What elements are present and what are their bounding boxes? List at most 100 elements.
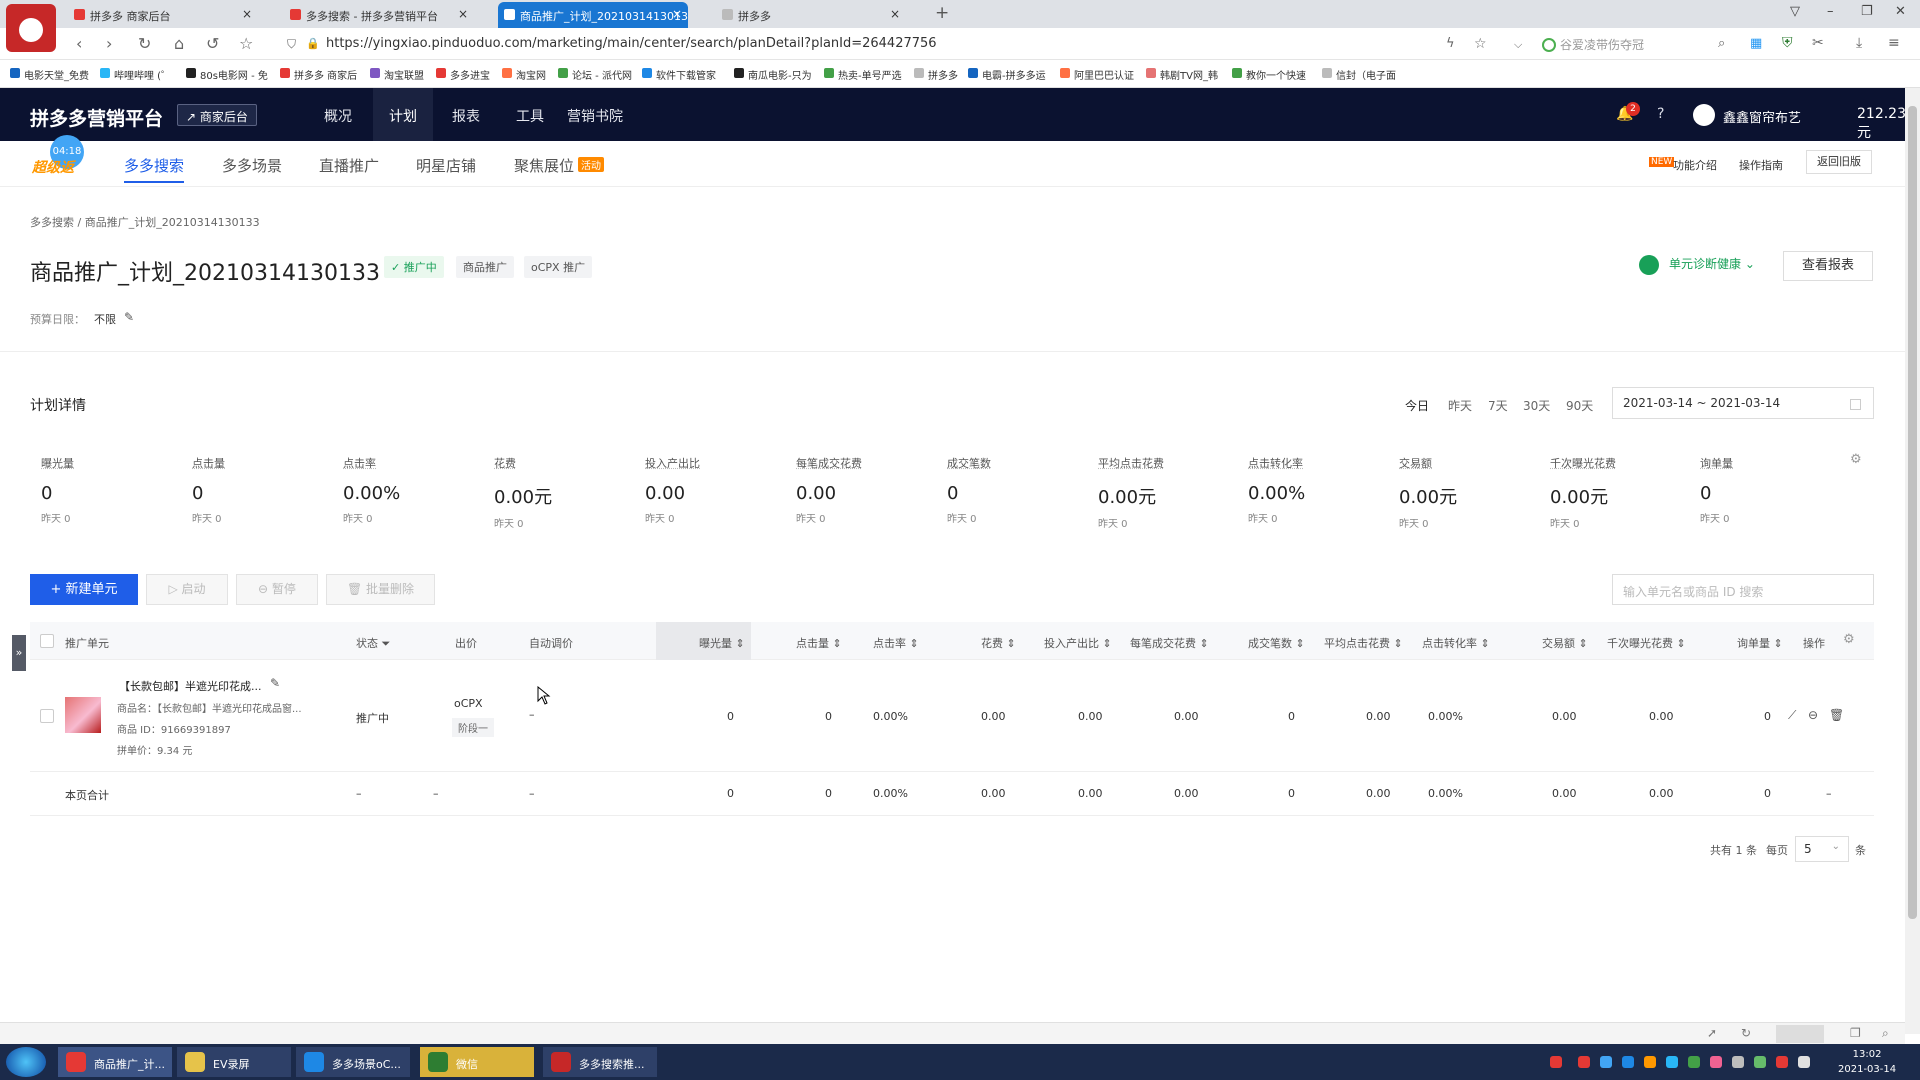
tab-duoduo-scene[interactable]: 多多场景 bbox=[222, 155, 282, 176]
taskbar-pdf[interactable]: 多多场景oC... bbox=[296, 1047, 410, 1077]
tray-icon[interactable] bbox=[1688, 1056, 1700, 1068]
maximize-button[interactable]: ❐ bbox=[1861, 4, 1873, 19]
view-report-button[interactable]: 查看报表 bbox=[1783, 251, 1873, 281]
bookmark-item[interactable]: 80s电影网 - 免 bbox=[186, 67, 268, 82]
start-button[interactable]: ▷ 启动 bbox=[146, 574, 228, 605]
unit-name-link[interactable]: 【长款包邮】半遮光印花成... bbox=[119, 678, 262, 694]
taskbar-duoduo-search[interactable]: 多多搜索推... bbox=[543, 1047, 657, 1077]
merchant-backend-button[interactable]: ↗ 商家后台 bbox=[177, 104, 257, 126]
taskbar-browser[interactable]: 商品推广_计... bbox=[58, 1047, 172, 1077]
close-icon[interactable]: × bbox=[672, 7, 682, 21]
bookmark-item[interactable]: 淘宝联盟 bbox=[370, 67, 424, 82]
trash-icon[interactable]: 🗑 bbox=[1829, 708, 1844, 722]
chevron-down-icon[interactable]: ⌵ bbox=[1514, 38, 1522, 52]
batch-delete-button[interactable]: 🗑 批量删除 bbox=[326, 574, 435, 605]
edit-icon[interactable]: ✎ bbox=[270, 676, 280, 690]
bookmark-item[interactable]: 软件下载管家 bbox=[642, 67, 716, 82]
account-balance[interactable]: 212.23 元 bbox=[1857, 106, 1906, 142]
menu-icon[interactable]: ≡ bbox=[1888, 35, 1900, 51]
volume-toggle[interactable] bbox=[1776, 1025, 1824, 1043]
breadcrumb[interactable]: 多多搜索 / 商品推广_计划_20210314130133 bbox=[30, 214, 260, 230]
header-conversion-rate[interactable]: 点击转化率 ⇕ bbox=[1422, 635, 1490, 651]
product-thumbnail[interactable] bbox=[65, 697, 101, 733]
bookmark-item[interactable]: 阿里巴巴认证 bbox=[1060, 67, 1134, 82]
select-all-checkbox[interactable] bbox=[40, 634, 54, 648]
tray-icon[interactable] bbox=[1622, 1056, 1634, 1068]
header-orders[interactable]: 成交笔数 ⇕ bbox=[1248, 635, 1305, 651]
bookmark-item[interactable]: 拼多多 bbox=[914, 67, 958, 82]
page-size-select[interactable]: 5 ⌄ bbox=[1795, 836, 1849, 862]
window-shirt-icon[interactable]: ▽ bbox=[1790, 4, 1800, 19]
bookmark-item[interactable]: 哔哩哔哩 (゜ bbox=[100, 67, 171, 82]
promo-banner[interactable]: 超级返 bbox=[32, 157, 74, 177]
tray-icon[interactable] bbox=[1600, 1056, 1612, 1068]
header-roi[interactable]: 投入产出比 ⇕ bbox=[1044, 635, 1112, 651]
system-clock[interactable]: 13:02 2021-03-14 bbox=[1838, 1047, 1896, 1077]
header-status[interactable]: 状态 ⏷ bbox=[356, 635, 390, 651]
bookmark-item[interactable]: 信封（电子面 bbox=[1322, 67, 1396, 82]
close-icon[interactable]: × bbox=[890, 7, 900, 21]
close-icon[interactable]: × bbox=[242, 7, 252, 21]
pause-button[interactable]: ⊖ 暂停 bbox=[236, 574, 318, 605]
date-range-picker[interactable]: 2021-03-14 ~ 2021-03-14 bbox=[1612, 387, 1874, 419]
apps-grid-icon[interactable]: ▦ bbox=[1750, 36, 1762, 51]
header-cpm[interactable]: 千次曝光花费 ⇕ bbox=[1607, 635, 1686, 651]
shop-name[interactable]: 鑫鑫窗帘布艺 bbox=[1723, 107, 1801, 126]
range-7d[interactable]: 7天 bbox=[1488, 397, 1508, 414]
tray-icon[interactable] bbox=[1550, 1056, 1562, 1068]
guide-link[interactable]: 操作指南 bbox=[1739, 157, 1783, 173]
feature-intro-link[interactable]: 功能介绍 bbox=[1673, 157, 1717, 173]
bookmark-item[interactable]: 电影天堂_免费 bbox=[10, 67, 89, 82]
close-icon[interactable]: × bbox=[458, 7, 468, 21]
minimize-button[interactable]: – bbox=[1827, 4, 1834, 19]
tab-star-store[interactable]: 明星店铺 bbox=[416, 155, 476, 176]
undo-icon[interactable]: ↺ bbox=[206, 34, 219, 53]
range-90d[interactable]: 90天 bbox=[1566, 397, 1593, 414]
bookmark-item[interactable]: 淘宝网 bbox=[502, 67, 546, 82]
header-gmv[interactable]: 交易额 ⇕ bbox=[1542, 635, 1588, 651]
range-yesterday[interactable]: 昨天 bbox=[1448, 397, 1472, 414]
security-shield-icon[interactable]: ⛨ bbox=[1782, 35, 1793, 51]
header-spend[interactable]: 花费 ⇕ bbox=[981, 635, 1016, 651]
bookmark-item[interactable]: 韩剧TV网_韩 bbox=[1146, 67, 1218, 82]
chart-icon[interactable]: ⟋ bbox=[1788, 708, 1796, 723]
unit-search-input[interactable]: 输入单元名或商品 ID 搜索 bbox=[1612, 574, 1874, 605]
browser-tab-2[interactable]: 多多搜索 - 拼多多营销平台 × bbox=[284, 2, 474, 28]
browser-search-input[interactable]: 谷爱凌带伤夺冠 bbox=[1538, 33, 1718, 55]
edit-icon[interactable]: ✎ bbox=[124, 310, 134, 324]
range-today[interactable]: 今日 bbox=[1405, 397, 1429, 414]
rocket-icon[interactable]: ➚ bbox=[1707, 1026, 1717, 1040]
header-avg-cpc[interactable]: 平均点击花费 ⇕ bbox=[1324, 635, 1403, 651]
bookmark-item[interactable]: 论坛 - 派代网 bbox=[558, 67, 632, 82]
new-unit-button[interactable]: + 新建单元 bbox=[30, 574, 138, 605]
bookmark-item[interactable]: 南瓜电影-只为 bbox=[734, 67, 812, 82]
nav-overview[interactable]: 概况 bbox=[308, 88, 368, 141]
avatar[interactable] bbox=[1693, 104, 1715, 126]
tab-focus-display[interactable]: 聚焦展位 活动 bbox=[514, 155, 605, 176]
unit-diagnosis-dropdown[interactable]: 单元诊断健康 ⌄ bbox=[1639, 255, 1755, 272]
url-field[interactable]: https://yingxiao.pinduoduo.com/marketing… bbox=[326, 36, 937, 51]
brand-logo[interactable]: 拼多多营销平台 bbox=[30, 104, 163, 131]
range-30d[interactable]: 30天 bbox=[1523, 397, 1550, 414]
back-icon[interactable]: ‹ bbox=[76, 34, 82, 53]
download-icon[interactable]: ⤓ bbox=[1856, 35, 1862, 51]
bookmark-item[interactable]: 拼多多 商家后 bbox=[280, 67, 357, 82]
bookmark-item[interactable]: 热卖-单号严选 bbox=[824, 67, 902, 82]
star-icon[interactable]: ☆ bbox=[239, 34, 253, 53]
nav-academy[interactable]: 营销书院 bbox=[551, 88, 639, 141]
new-tab-button[interactable]: + bbox=[935, 3, 949, 23]
tray-icon[interactable] bbox=[1666, 1056, 1678, 1068]
scrollbar-thumb[interactable] bbox=[1908, 106, 1917, 919]
return-old-version-button[interactable]: 返回旧版 bbox=[1806, 150, 1872, 174]
tray-icon[interactable] bbox=[1754, 1056, 1766, 1068]
nav-plan[interactable]: 计划 bbox=[373, 88, 433, 141]
window-icon[interactable]: ❐ bbox=[1850, 1026, 1861, 1040]
taskbar-ev-recorder[interactable]: EV录屏 bbox=[177, 1047, 291, 1077]
zoom-icon[interactable]: ⌕ bbox=[1882, 1026, 1889, 1041]
column-settings-icon[interactable]: ⚙ bbox=[1843, 632, 1855, 647]
header-impressions[interactable]: 曝光量 ⇕ bbox=[699, 635, 745, 651]
tray-icon[interactable] bbox=[1578, 1056, 1590, 1068]
header-ctr[interactable]: 点击率 ⇕ bbox=[873, 635, 919, 651]
bookmark-item[interactable]: 教你一个快速 bbox=[1232, 67, 1306, 82]
browser-tab-4[interactable]: 拼多多 × bbox=[716, 2, 906, 28]
